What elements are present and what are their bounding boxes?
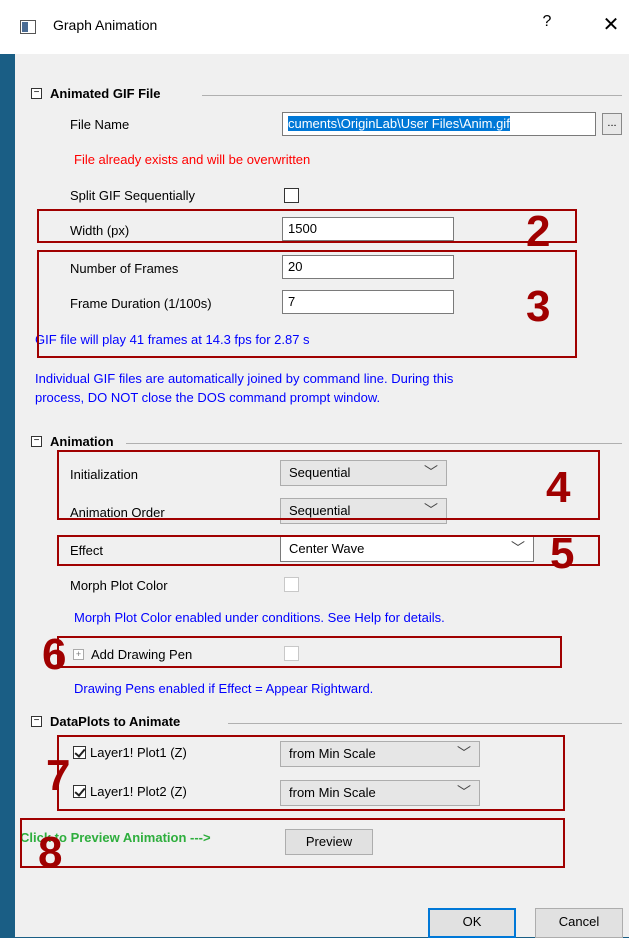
annotation-box-8 [20,818,565,868]
collapse-dataplots-section-toggle[interactable]: − [31,716,42,727]
section-divider [126,443,622,444]
title-bar: Graph Animation ? ✕ [0,0,629,54]
section-divider [228,723,622,724]
app-window-icon [20,20,36,34]
annotation-box-2 [37,209,577,243]
gif-join-note-line1: Individual GIF files are automatically j… [35,371,454,386]
annotation-box-6 [57,636,562,668]
cancel-button[interactable]: Cancel [535,908,623,938]
morph-color-note: Morph Plot Color enabled under condition… [74,610,445,625]
window-border [0,54,15,937]
annotation-number-4: 4 [546,463,571,512]
annotation-box-7 [57,735,565,811]
section-divider [202,95,622,96]
help-button[interactable]: ? [536,13,558,37]
annotation-box-3 [37,250,577,358]
annotation-number-6: 6 [42,630,67,679]
dataplots-section-title: DataPlots to Animate [50,714,181,729]
browse-button[interactable]: ... [602,113,622,135]
gif-join-note-line2: process, DO NOT close the DOS command pr… [35,390,381,405]
close-button[interactable]: ✕ [598,12,624,38]
window-title: Graph Animation [53,17,158,33]
annotation-number-5: 5 [550,529,575,578]
ok-button[interactable]: OK [428,908,516,938]
split-gif-checkbox[interactable] [284,188,299,203]
annotation-number-2: 2 [526,207,551,256]
annotation-box-5 [57,535,600,566]
file-name-label: File Name [70,117,130,132]
annotation-number-3: 3 [526,282,551,331]
drawing-pen-note: Drawing Pens enabled if Effect = Appear … [74,681,374,696]
gif-section-title: Animated GIF File [50,86,161,101]
animation-section-title: Animation [50,434,114,449]
morph-color-checkbox[interactable] [284,577,299,592]
split-gif-label: Split GIF Sequentially [70,188,196,203]
annotation-number-7: 7 [46,751,71,800]
collapse-animation-section-toggle[interactable]: − [31,436,42,447]
morph-color-label: Morph Plot Color [70,578,168,593]
file-name-input[interactable]: cuments\OriginLab\User Files\Anim.gif [282,112,596,136]
file-name-value: cuments\OriginLab\User Files\Anim.gif [288,116,510,131]
annotation-number-8: 8 [38,828,63,877]
graph-animation-dialog: Graph Animation ? ✕ − Animated GIF File … [0,0,629,938]
annotation-box-4 [57,450,600,520]
collapse-gif-section-toggle[interactable]: − [31,88,42,99]
overwrite-warning: File already exists and will be overwrit… [74,152,311,167]
